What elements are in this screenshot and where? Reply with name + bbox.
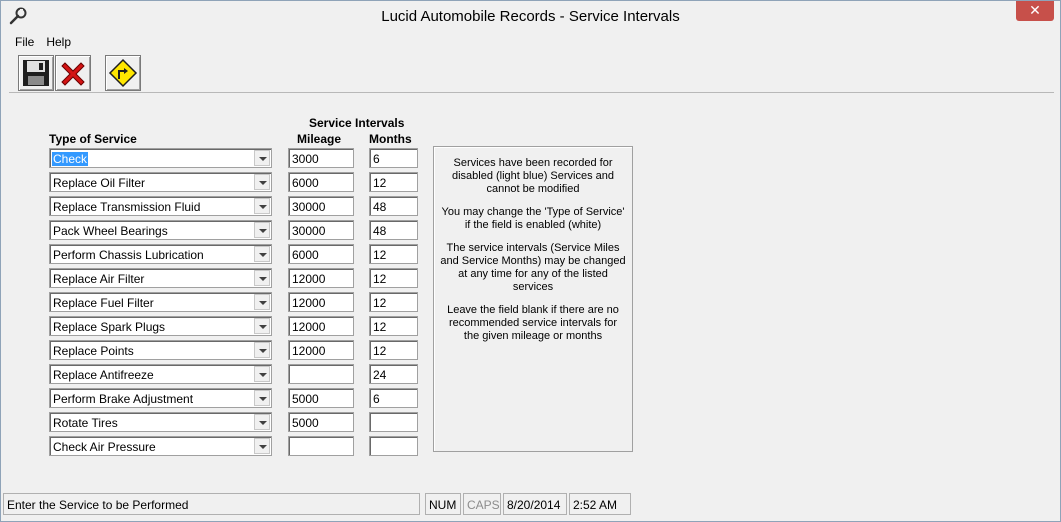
toolbar [9,53,1054,93]
mileage-field[interactable]: 12000 [288,316,354,336]
close-button[interactable]: ✕ [1016,1,1054,21]
service-type-value: Replace Fuel Filter [53,296,154,310]
info-text: The service intervals (Service Miles and… [440,242,626,293]
column-header-months: Months [369,132,412,146]
title-bar: Lucid Automobile Records - Service Inter… [1,1,1060,31]
service-type-value: Replace Antifreeze [53,368,154,382]
mileage-field[interactable] [288,364,354,384]
service-type-value: Pack Wheel Bearings [53,224,168,238]
service-type-dropdown[interactable]: Perform Chassis Lubrication [49,244,272,264]
status-time: 2:52 AM [569,493,631,515]
chevron-down-icon[interactable] [254,390,270,406]
info-text: You may change the 'Type of Service' if … [441,206,625,231]
service-type-dropdown[interactable]: Replace Fuel Filter [49,292,272,312]
mileage-field[interactable]: 6000 [288,172,354,192]
mileage-field[interactable]: 6000 [288,244,354,264]
service-type-dropdown[interactable]: Rotate Tires [49,412,272,432]
service-type-value: Replace Spark Plugs [53,320,166,334]
mileage-field[interactable]: 12000 [288,292,354,312]
chevron-down-icon[interactable] [254,438,270,454]
months-field[interactable]: 6 [369,388,418,408]
chevron-down-icon[interactable] [254,414,270,430]
chevron-down-icon[interactable] [254,222,270,238]
months-field[interactable] [369,436,418,456]
service-type-dropdown[interactable]: Replace Points [49,340,272,360]
service-type-dropdown[interactable]: Replace Oil Filter [49,172,272,192]
service-type-dropdown[interactable]: Replace Transmission Fluid [49,196,272,216]
window-title: Lucid Automobile Records - Service Inter… [381,8,680,25]
chevron-down-icon[interactable] [254,198,270,214]
months-field[interactable]: 12 [369,340,418,360]
info-panel: Services have been recorded for disabled… [433,146,633,452]
mileage-field[interactable]: 3000 [288,148,354,168]
service-type-value: Rotate Tires [53,416,118,430]
chevron-down-icon[interactable] [254,342,270,358]
menu-bar: File Help [9,33,1054,51]
months-field[interactable]: 48 [369,196,418,216]
app-window: Lucid Automobile Records - Service Inter… [0,0,1061,522]
service-type-dropdown[interactable]: Perform Brake Adjustment [49,388,272,408]
months-field[interactable]: 6 [369,148,418,168]
group-header: Service Intervals [309,116,405,130]
chevron-down-icon[interactable] [254,150,270,166]
delete-button[interactable] [55,55,91,91]
status-bar: Enter the Service to be Performed NUM CA… [1,491,1060,521]
return-button[interactable] [105,55,141,91]
status-date: 8/20/2014 [503,493,567,515]
service-type-dropdown[interactable]: Check Air Pressure [49,436,272,456]
chevron-down-icon[interactable] [254,318,270,334]
service-type-dropdown[interactable]: Pack Wheel Bearings [49,220,272,240]
service-type-dropdown[interactable]: Replace Spark Plugs [49,316,272,336]
column-header-service: Type of Service [49,132,137,146]
service-type-value: Replace Oil Filter [53,176,146,190]
service-type-value: Replace Air Filter [53,272,145,286]
service-type-value: Replace Transmission Fluid [53,200,201,214]
months-field[interactable]: 12 [369,316,418,336]
service-type-value: Check Air Pressure [53,440,156,454]
menu-help[interactable]: Help [40,33,77,49]
months-field[interactable]: 12 [369,292,418,312]
service-type-dropdown[interactable]: Replace Air Filter [49,268,272,288]
chevron-down-icon[interactable] [254,366,270,382]
mileage-field[interactable]: 12000 [288,268,354,288]
chevron-down-icon[interactable] [254,174,270,190]
save-button[interactable] [18,55,54,91]
service-type-value: Perform Chassis Lubrication [53,248,204,262]
mileage-field[interactable]: 30000 [288,220,354,240]
service-type-dropdown[interactable]: Check [49,148,272,168]
mileage-field[interactable]: 5000 [288,388,354,408]
caps-lock-indicator: CAPS [463,493,501,515]
mileage-field[interactable]: 30000 [288,196,354,216]
months-field[interactable]: 12 [369,244,418,264]
mileage-field[interactable] [288,436,354,456]
info-text: Services have been recorded for disabled… [451,157,615,195]
months-field[interactable]: 48 [369,220,418,240]
chevron-down-icon[interactable] [254,270,270,286]
months-field[interactable]: 12 [369,172,418,192]
mileage-field[interactable]: 12000 [288,340,354,360]
status-message: Enter the Service to be Performed [3,493,420,515]
months-field[interactable]: 24 [369,364,418,384]
chevron-down-icon[interactable] [254,246,270,262]
num-lock-indicator: NUM [425,493,461,515]
service-type-value: Perform Brake Adjustment [53,392,194,406]
service-intervals-form: Service Intervals Type of Service Mileag… [9,96,1054,490]
info-text: Leave the field blank if there are no re… [447,304,619,342]
menu-file[interactable]: File [9,33,40,49]
chevron-down-icon[interactable] [254,294,270,310]
service-type-value: Check [52,152,89,166]
months-field[interactable] [369,412,418,432]
mileage-field[interactable]: 5000 [288,412,354,432]
months-field[interactable]: 12 [369,268,418,288]
service-type-dropdown[interactable]: Replace Antifreeze [49,364,272,384]
service-type-value: Replace Points [53,344,134,358]
column-header-mileage: Mileage [297,132,342,146]
